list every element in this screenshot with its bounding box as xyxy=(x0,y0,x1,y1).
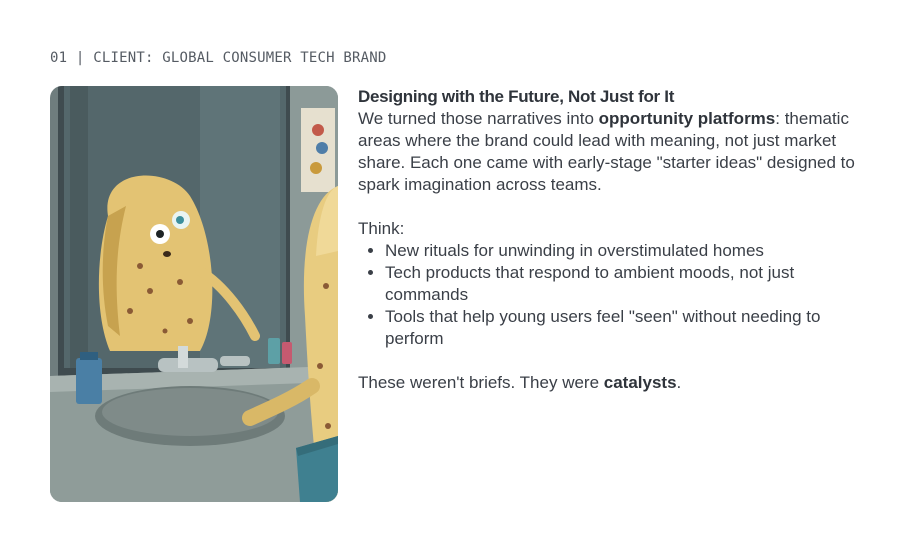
intro-text-start: We turned those narratives into xyxy=(358,109,599,128)
list-item: Tech products that respond to ambient mo… xyxy=(385,262,858,306)
case-study-label: 01 | CLIENT: GLOBAL CONSUMER TECH BRAND xyxy=(50,50,387,66)
intro-paragraph: We turned those narratives into opportun… xyxy=(358,108,858,196)
case-study-content: Designing with the Future, Not Just for … xyxy=(358,86,858,394)
client-name: CLIENT: GLOBAL CONSUMER TECH BRAND xyxy=(93,50,387,66)
closing-text-end: . xyxy=(676,373,682,392)
potato-mirror-illustration xyxy=(50,86,338,502)
intro-highlight: opportunity platforms xyxy=(598,109,776,128)
section-heading: Designing with the Future, Not Just for … xyxy=(358,87,675,106)
think-label: Think: xyxy=(358,219,405,238)
ideas-list: New rituals for unwinding in overstimula… xyxy=(358,240,858,350)
closing-paragraph: These weren't briefs. They were catalyst… xyxy=(358,372,858,394)
illustration-graphic xyxy=(50,86,338,502)
label-separator: | xyxy=(75,50,85,66)
case-number: 01 xyxy=(50,50,68,66)
closing-text-start: These weren't briefs. They were xyxy=(358,373,604,392)
list-item: Tools that help young users feel "seen" … xyxy=(385,306,858,350)
closing-highlight: catalysts xyxy=(603,373,677,392)
list-item: New rituals for unwinding in overstimula… xyxy=(385,240,858,262)
